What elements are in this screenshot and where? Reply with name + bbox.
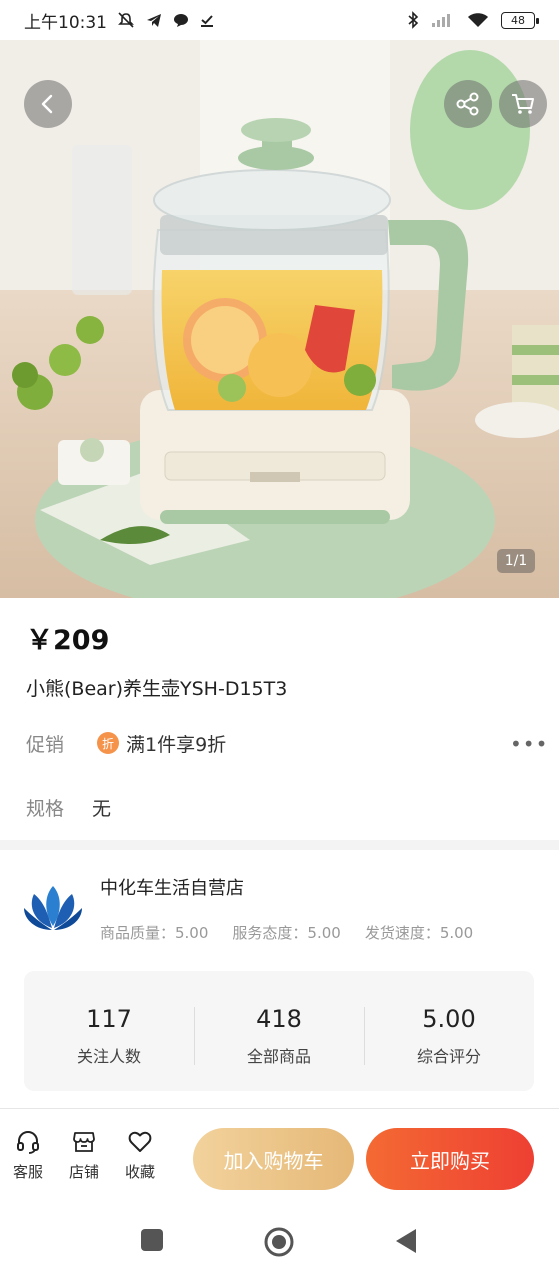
stat-all-products[interactable]: 418 全部商品 [194, 971, 364, 1091]
stat-value: 5.00 [422, 1005, 476, 1033]
favorite-button[interactable]: 收藏 [120, 1129, 160, 1182]
mute-icon [118, 12, 134, 28]
share-icon [456, 92, 479, 116]
product-info: ￥209 小熊(Bear)养生壶YSH-D15T3 促销 折 满1件享9折 ••… [0, 598, 559, 840]
stat-value: 117 [86, 1005, 132, 1033]
stat-label: 综合评分 [416, 1047, 481, 1066]
chevron-left-icon [41, 94, 53, 114]
rating-shipping: 发货速度：5.00 [364, 924, 474, 942]
store-name[interactable]: 中化车生活自营店 [100, 874, 244, 900]
product-title: 小熊(Bear)养生壶YSH-D15T3 [26, 678, 288, 700]
product-price: ￥209 [26, 625, 110, 656]
section-divider [0, 840, 559, 850]
store-stats: 117 关注人数 418 全部商品 5.00 综合评分 [24, 971, 534, 1091]
product-image[interactable]: 1/1 [0, 40, 559, 598]
chat-bubble-icon [174, 14, 188, 27]
status-time: 上午10:31 [24, 12, 107, 33]
heart-icon [128, 1131, 152, 1152]
promo-label: 促销 [26, 734, 65, 756]
cart-icon [512, 94, 534, 114]
cart-button[interactable] [499, 80, 547, 128]
buy-now-button[interactable]: 立即购买 [366, 1128, 534, 1190]
download-done-icon [201, 15, 213, 27]
status-bar: 上午10:31 48 [0, 0, 559, 40]
back-nav-icon[interactable] [394, 1228, 418, 1254]
telegram-icon [147, 14, 161, 27]
favorite-label: 收藏 [124, 1163, 155, 1181]
wifi-icon [468, 13, 488, 27]
store-section[interactable]: 中化车生活自营店 商品质量：5.00 服务态度：5.00 发货速度：5.00 1… [0, 850, 559, 1108]
spec-value[interactable]: 无 [92, 794, 111, 821]
stat-label: 全部商品 [246, 1047, 311, 1066]
image-counter: 1/1 [497, 549, 535, 573]
rating-service: 服务态度：5.00 [232, 924, 341, 942]
shop-button[interactable]: 店铺 [64, 1129, 104, 1182]
stat-overall-rating[interactable]: 5.00 综合评分 [364, 971, 534, 1091]
service-label: 客服 [12, 1163, 43, 1181]
more-options-icon[interactable]: ••• [510, 732, 548, 756]
bottom-action-bar: 客服 店铺 收藏 加入购物车 立即购买 [0, 1108, 559, 1200]
stat-followers[interactable]: 117 关注人数 [24, 971, 194, 1091]
stat-label: 关注人数 [76, 1047, 141, 1066]
store-logo [24, 886, 82, 930]
bluetooth-icon [408, 11, 419, 29]
recents-icon[interactable] [140, 1228, 164, 1252]
store-ratings: 商品质量：5.00 服务态度：5.00 发货速度：5.00 [100, 922, 473, 943]
system-navigation-bar [0, 1200, 559, 1280]
promo-text: 满1件享9折 [126, 734, 227, 756]
shop-label: 店铺 [68, 1163, 99, 1181]
home-icon[interactable] [263, 1226, 295, 1258]
battery-icon: 48 [501, 11, 539, 29]
spec-label: 规格 [26, 798, 65, 820]
rating-quality: 商品质量：5.00 [100, 924, 209, 942]
signal-icon [432, 14, 450, 27]
headset-icon [17, 1130, 39, 1154]
stat-value: 418 [256, 1005, 302, 1033]
store-icon [73, 1132, 95, 1152]
share-button[interactable] [444, 80, 492, 128]
discount-badge: 折 [97, 732, 119, 754]
back-button[interactable] [24, 80, 72, 128]
service-button[interactable]: 客服 [8, 1129, 48, 1182]
add-to-cart-button[interactable]: 加入购物车 [193, 1128, 354, 1190]
